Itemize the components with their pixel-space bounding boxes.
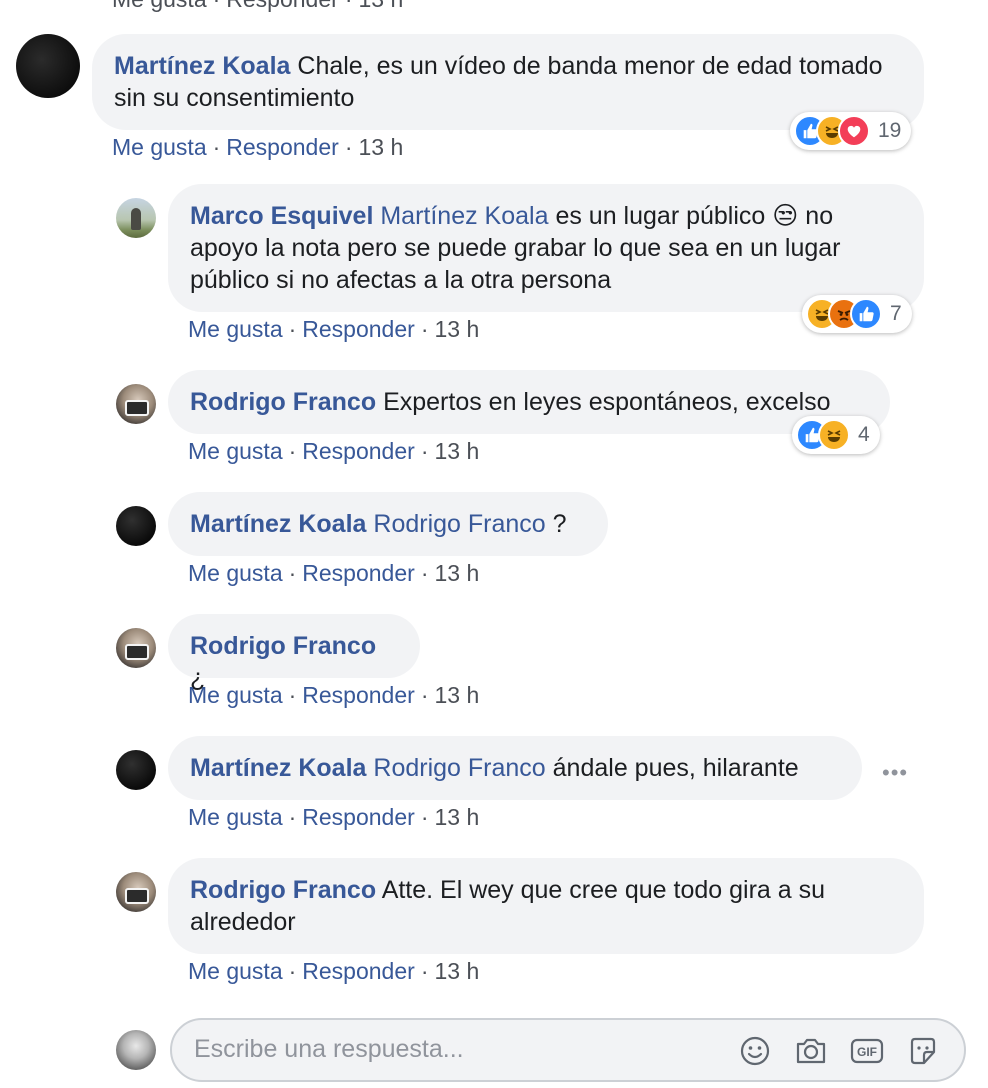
separator-dot: · bbox=[288, 958, 297, 984]
emoji-icon[interactable] bbox=[738, 1034, 772, 1068]
like-link[interactable]: Me gusta bbox=[188, 438, 283, 464]
current-user-avatar bbox=[116, 1030, 156, 1070]
comment-actions: Me gusta · Responder · 13 h bbox=[188, 804, 479, 831]
comment-text: Expertos en leyes espontáneos, excelso bbox=[383, 388, 831, 416]
comment-author[interactable]: Martínez Koala bbox=[190, 510, 366, 538]
mention-link[interactable]: Rodrigo Franco bbox=[373, 754, 545, 782]
camera-icon[interactable] bbox=[794, 1034, 828, 1068]
separator-dot: · bbox=[420, 804, 429, 830]
comment-actions: Me gusta · Responder · 13 h bbox=[188, 316, 479, 343]
separator-dot: · bbox=[420, 682, 429, 708]
like-link[interactable]: Me gusta bbox=[188, 958, 283, 984]
reply-link[interactable]: Responder bbox=[302, 804, 415, 830]
separator-dot: · bbox=[344, 134, 353, 160]
separator-dot: · bbox=[207, 0, 227, 12]
timestamp: 13 h bbox=[434, 804, 480, 830]
reactions-summary[interactable]: 4 bbox=[792, 416, 880, 454]
comment-bubble: Rodrigo Franco ¿ bbox=[168, 614, 420, 692]
reply-link[interactable]: Responder bbox=[302, 316, 415, 342]
timestamp: 13 h bbox=[358, 134, 404, 160]
comment-bubble: Rodrigo Franco Expertos en leyes espontá… bbox=[168, 370, 890, 434]
comment-author[interactable]: Rodrigo Franco bbox=[190, 632, 376, 660]
timestamp: 13 h bbox=[434, 958, 480, 984]
timestamp: 13 h bbox=[434, 682, 480, 708]
comment-actions: Me gusta · Responder · 13 h bbox=[188, 438, 479, 465]
comment-bubble: Martínez Koala Rodrigo Franco ? bbox=[168, 492, 608, 556]
more-options-icon[interactable]: ••• bbox=[882, 760, 908, 786]
gif-icon[interactable]: GIF bbox=[850, 1034, 884, 1068]
like-link[interactable]: Me gusta bbox=[188, 560, 283, 586]
comment-text: ? bbox=[552, 510, 567, 538]
comment-bubble: Martínez Koala Rodrigo Franco ándale pue… bbox=[168, 736, 862, 800]
comment-actions: Me gusta · Responder · 13 h bbox=[188, 682, 479, 709]
reply-link[interactable]: Responder bbox=[302, 438, 415, 464]
reactions-summary[interactable]: 19 bbox=[790, 112, 912, 150]
separator-dot: · bbox=[420, 958, 429, 984]
avatar[interactable] bbox=[116, 872, 156, 912]
reaction-count: 19 bbox=[878, 119, 902, 142]
comment-author[interactable]: Rodrigo Franco bbox=[190, 388, 376, 416]
like-link[interactable]: Me gusta bbox=[188, 804, 283, 830]
comment-author[interactable]: Marco Esquivel bbox=[190, 202, 373, 230]
timestamp: 13 h bbox=[434, 316, 480, 342]
comment-actions: Me gusta · Responder · 13 h bbox=[112, 134, 403, 161]
comment-actions: Me gusta · Responder · 13 h bbox=[188, 560, 479, 587]
reply-link[interactable]: Responder bbox=[226, 134, 339, 160]
mention-link[interactable]: Rodrigo Franco bbox=[373, 510, 545, 538]
comment-author[interactable]: Martínez Koala bbox=[114, 52, 290, 80]
reply-link[interactable]: Responder bbox=[302, 958, 415, 984]
comment-author[interactable]: Rodrigo Franco bbox=[190, 876, 376, 904]
like-link[interactable]: Me gusta bbox=[188, 316, 283, 342]
avatar[interactable] bbox=[116, 198, 156, 238]
comment-text: ándale pues, hilarante bbox=[552, 754, 799, 782]
separator-dot: · bbox=[288, 804, 297, 830]
unamused-emoji-icon: 😒 bbox=[772, 202, 799, 230]
timestamp: 13 h bbox=[358, 0, 403, 12]
reply-link[interactable]: Responder bbox=[302, 682, 415, 708]
comment-bubble: Marco Esquivel Martínez Koala es un luga… bbox=[168, 184, 924, 312]
separator-dot: · bbox=[420, 560, 429, 586]
reaction-count: 4 bbox=[858, 423, 870, 446]
separator-dot: · bbox=[212, 134, 221, 160]
love-icon bbox=[838, 115, 870, 147]
separator-dot: · bbox=[288, 682, 297, 708]
reply-input[interactable] bbox=[194, 1035, 714, 1064]
avatar[interactable] bbox=[116, 506, 156, 546]
mention-link[interactable]: Martínez Koala bbox=[380, 202, 548, 230]
avatar[interactable] bbox=[16, 34, 80, 98]
timestamp: 13 h bbox=[434, 438, 480, 464]
like-link[interactable]: Me gusta bbox=[188, 682, 283, 708]
comment-actions: Me gusta · Responder · 13 h bbox=[188, 958, 479, 985]
separator-dot: · bbox=[288, 560, 297, 586]
separator-dot: · bbox=[339, 0, 359, 12]
comment-text: es un lugar público bbox=[555, 202, 766, 230]
reply-composer: GIF bbox=[170, 1018, 966, 1082]
comment-bubble: Rodrigo Franco Atte. El wey que cree que… bbox=[168, 858, 924, 954]
reaction-count: 7 bbox=[890, 302, 902, 325]
avatar[interactable] bbox=[116, 384, 156, 424]
reply-link[interactable]: Responder bbox=[226, 0, 339, 12]
separator-dot: · bbox=[420, 316, 429, 342]
avatar[interactable] bbox=[116, 750, 156, 790]
like-icon bbox=[850, 298, 882, 330]
previous-comment-actions: Me gusta·Responder·13 h bbox=[112, 0, 403, 13]
separator-dot: · bbox=[288, 438, 297, 464]
separator-dot: · bbox=[420, 438, 429, 464]
comment-author[interactable]: Martínez Koala bbox=[190, 754, 366, 782]
gif-label: GIF bbox=[857, 1045, 877, 1059]
like-link[interactable]: Me gusta bbox=[112, 0, 207, 12]
separator-dot: · bbox=[288, 316, 297, 342]
reply-link[interactable]: Responder bbox=[302, 560, 415, 586]
timestamp: 13 h bbox=[434, 560, 480, 586]
reactions-summary[interactable]: 7 bbox=[802, 295, 912, 333]
like-link[interactable]: Me gusta bbox=[112, 134, 207, 160]
sticker-icon[interactable] bbox=[906, 1034, 940, 1068]
avatar[interactable] bbox=[116, 628, 156, 668]
haha-icon bbox=[818, 419, 850, 451]
